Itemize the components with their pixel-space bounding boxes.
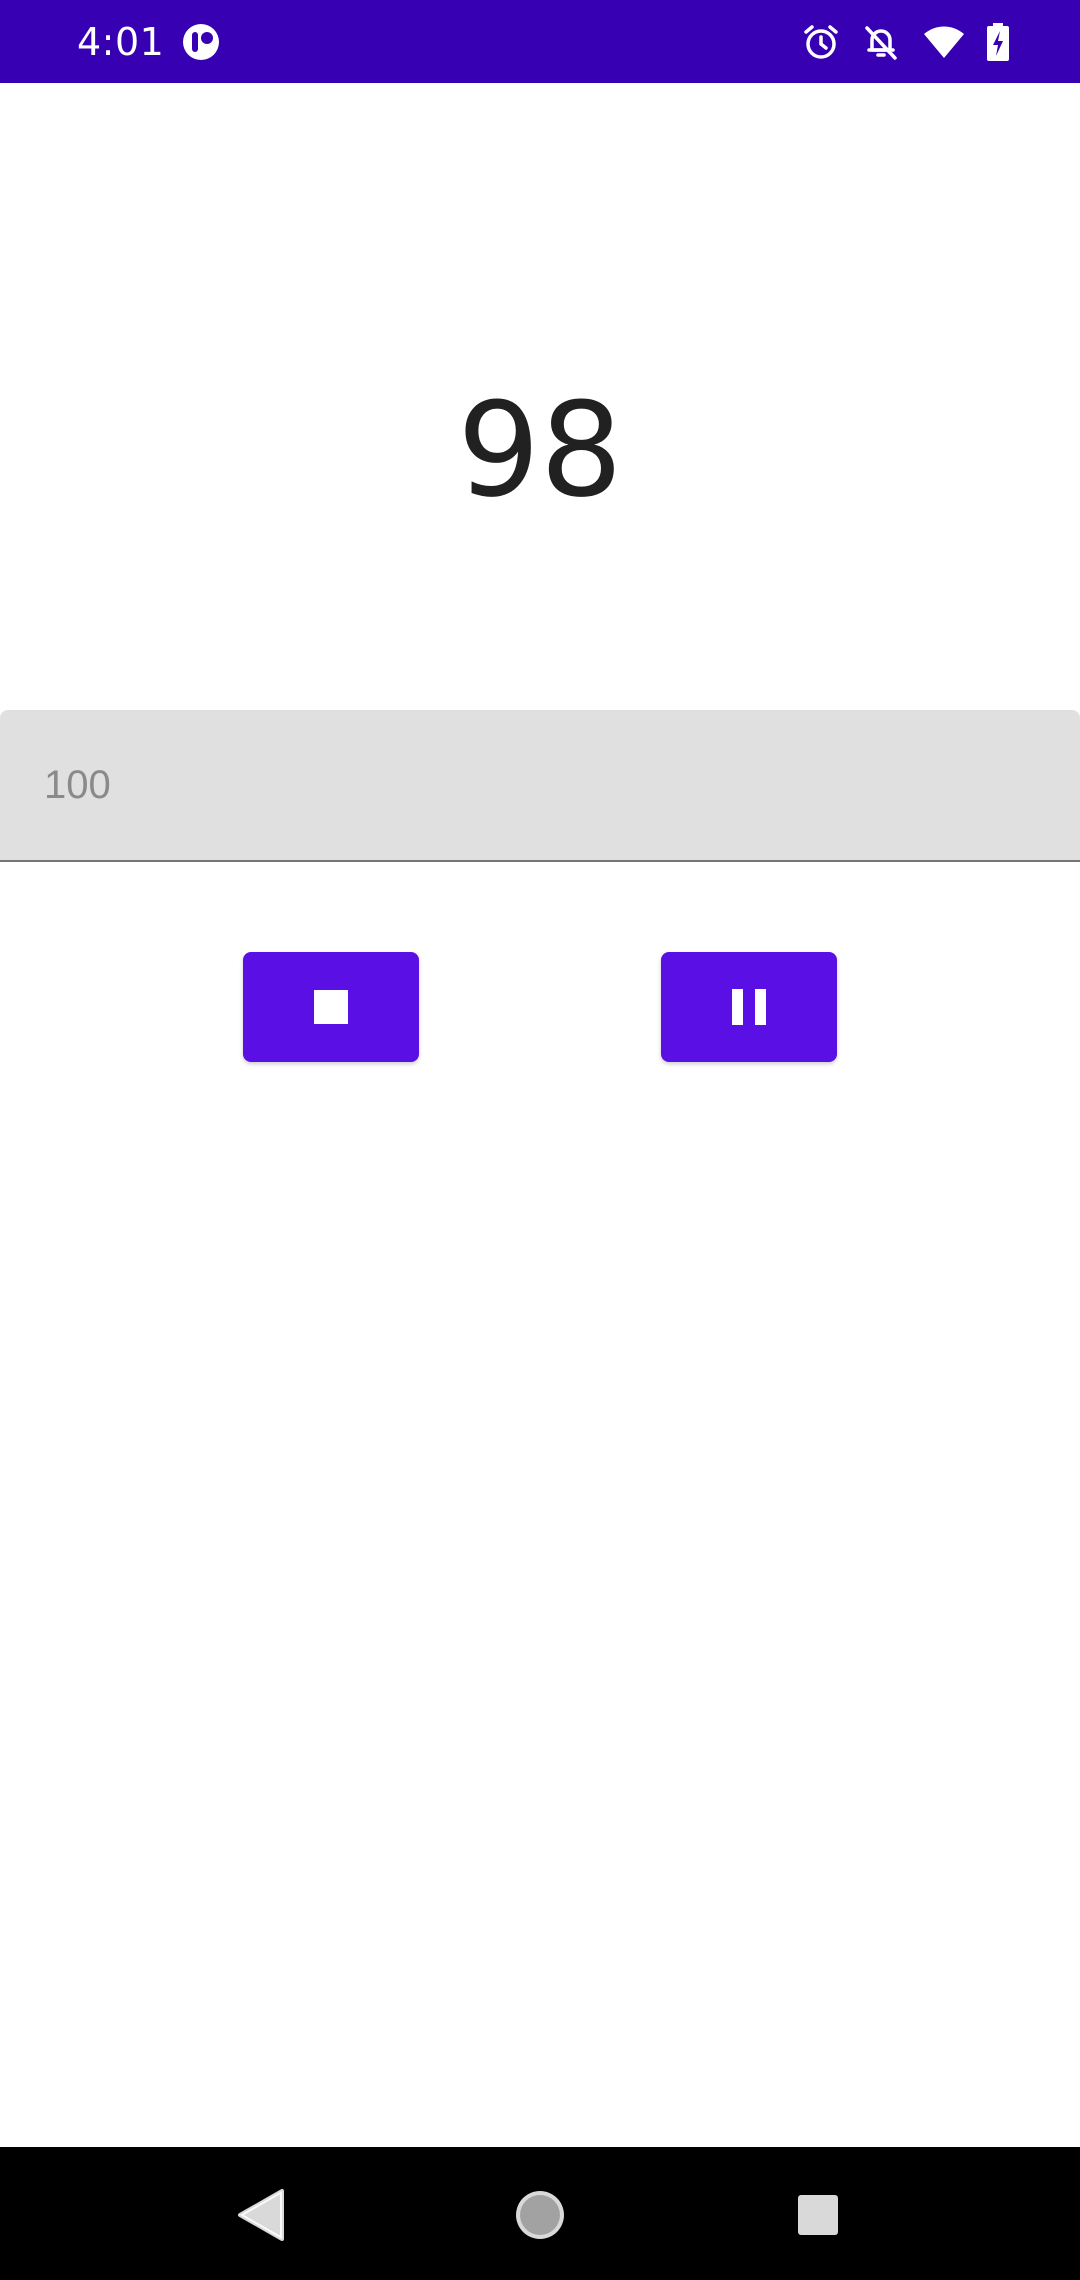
- home-icon[interactable]: [502, 2177, 578, 2253]
- stop-button[interactable]: [243, 952, 419, 1062]
- stop-icon: [314, 990, 348, 1024]
- wifi-icon: [922, 22, 966, 62]
- pause-icon: [732, 989, 766, 1025]
- status-bar: 4:01: [0, 0, 1080, 83]
- alarm-icon: [801, 22, 841, 62]
- counter-display: 98: [457, 374, 623, 526]
- pause-button[interactable]: [661, 952, 837, 1062]
- notifications-off-icon: [861, 22, 901, 62]
- recents-icon[interactable]: [780, 2177, 856, 2253]
- number-input-container: [0, 710, 1080, 862]
- status-time: 4:01: [77, 20, 165, 64]
- battery-charging-icon: [984, 22, 1012, 62]
- app-notification-icon: [181, 22, 221, 62]
- navigation-bar: [0, 2147, 1080, 2280]
- back-icon[interactable]: [222, 2177, 298, 2253]
- number-input[interactable]: [0, 710, 1080, 860]
